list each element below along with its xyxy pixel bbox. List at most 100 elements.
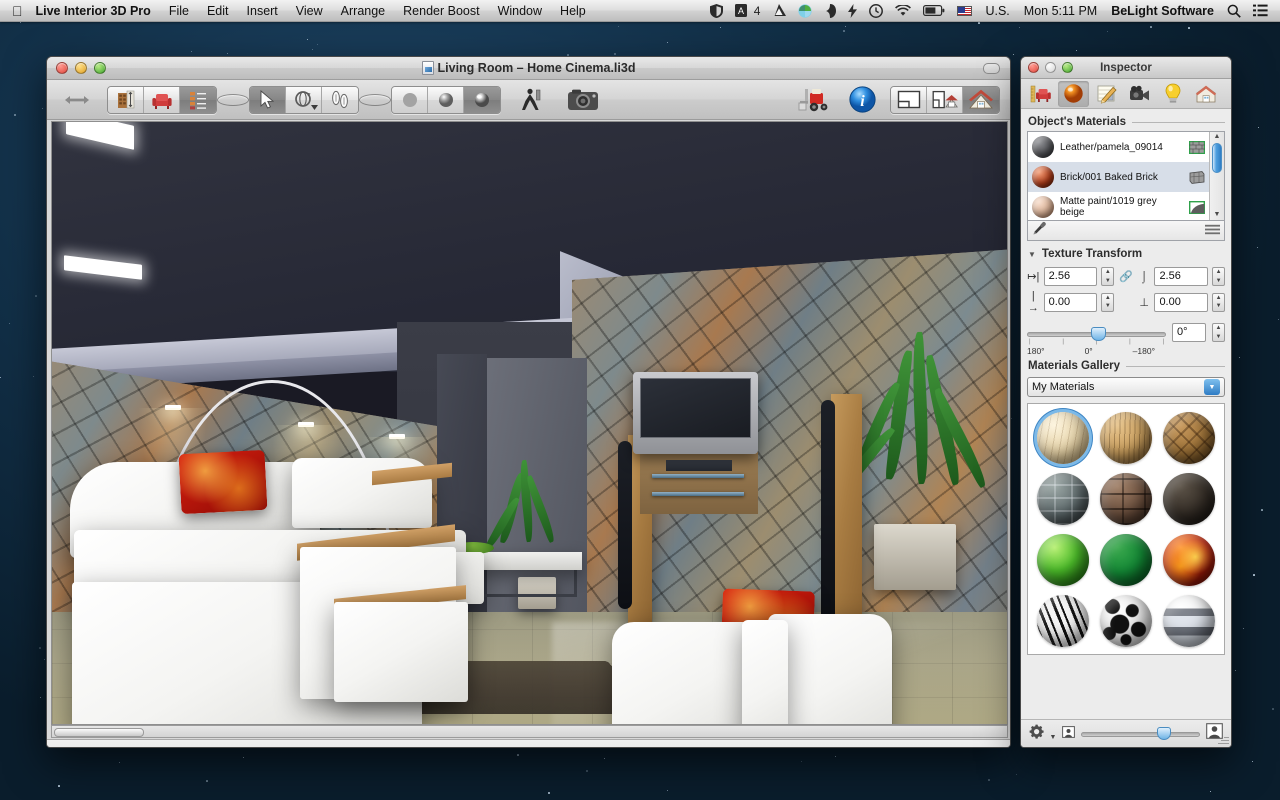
furniture-tool-icon[interactable] bbox=[144, 87, 180, 113]
render-boost-forklift-icon[interactable] bbox=[794, 87, 834, 113]
evernote-icon[interactable] bbox=[818, 0, 842, 22]
inspector-resize-grip[interactable] bbox=[1217, 733, 1229, 745]
shield-icon[interactable] bbox=[704, 0, 729, 22]
tab-object[interactable] bbox=[1025, 81, 1056, 107]
input-source-flag-icon[interactable] bbox=[951, 0, 978, 22]
resize-grip[interactable] bbox=[55, 747, 64, 748]
window-title-bar[interactable]: Living Room – Home Cinema.li3d bbox=[47, 57, 1010, 80]
drive-icon[interactable] bbox=[766, 0, 792, 22]
menubar-clock[interactable]: Mon 5:11 PM bbox=[1017, 4, 1104, 18]
apple-icon[interactable]:  bbox=[0, 4, 34, 18]
menubar-user[interactable]: BeLight Software bbox=[1104, 4, 1221, 18]
material-row-leather[interactable]: Leather/pamela_09014 bbox=[1028, 132, 1209, 162]
3d-viewport[interactable] bbox=[51, 121, 1008, 725]
gear-settings-icon[interactable]: ▼ bbox=[1029, 724, 1056, 744]
menu-bar[interactable]:  Live Interior 3D Pro File Edit Insert … bbox=[0, 0, 1280, 22]
inspector-panel[interactable]: Inspector Object's Materials Leather/pam… bbox=[1020, 56, 1232, 748]
walkthrough-person-icon[interactable] bbox=[511, 87, 551, 113]
view-3d-icon[interactable] bbox=[963, 87, 999, 113]
tab-materials[interactable] bbox=[1058, 81, 1089, 107]
texture-offset-y-stepper[interactable]: ▲ ▼ bbox=[1212, 293, 1225, 312]
swatch-cow-print[interactable] bbox=[1095, 591, 1156, 650]
horizontal-resize-icon[interactable] bbox=[57, 87, 97, 113]
view-mode-group[interactable] bbox=[890, 86, 1000, 114]
menu-insert[interactable]: Insert bbox=[238, 0, 287, 22]
texture-offset-row[interactable]: |→ 0.00 ▲ ▼ ⊥ 0.00 ▲ ▼ bbox=[1027, 290, 1225, 314]
swatch-light-wood[interactable] bbox=[1032, 408, 1093, 467]
texture-height-stepper[interactable]: ▲ ▼ bbox=[1212, 267, 1225, 286]
menu-file[interactable]: File bbox=[160, 0, 198, 22]
inspector-title-bar[interactable]: Inspector bbox=[1021, 57, 1231, 79]
dropbox-icon[interactable] bbox=[792, 0, 818, 22]
texture-transform-header[interactable]: ▼ Texture Transform bbox=[1027, 241, 1225, 263]
select-arrow-icon[interactable] bbox=[250, 87, 286, 113]
view-split-icon[interactable] bbox=[927, 87, 963, 113]
link-chain-icon[interactable]: 🔗 bbox=[1118, 270, 1134, 283]
chevron-down-icon[interactable]: ▼ bbox=[1204, 379, 1220, 395]
shading-glossy-icon[interactable] bbox=[464, 87, 500, 113]
view-2d-plan-icon[interactable] bbox=[891, 87, 927, 113]
texture-height-input[interactable]: 2.56 bbox=[1154, 267, 1208, 286]
material-row-brick[interactable]: Brick/001 Baked Brick bbox=[1028, 162, 1209, 192]
texture-width-input[interactable]: 2.56 bbox=[1044, 267, 1098, 286]
wifi-icon[interactable] bbox=[889, 0, 917, 22]
gallery-collection-select[interactable]: My Materials ▼ bbox=[1027, 377, 1225, 397]
tab-light[interactable] bbox=[1157, 81, 1188, 107]
inspector-tab-bar[interactable] bbox=[1021, 79, 1231, 109]
scroll-down-arrow[interactable]: ▼ bbox=[1214, 210, 1221, 220]
menu-window[interactable]: Window bbox=[489, 0, 551, 22]
swatch-chrome-metal[interactable] bbox=[1159, 591, 1220, 650]
rotation-value-input[interactable]: 0° bbox=[1172, 323, 1206, 342]
disclosure-triangle-icon[interactable]: ▼ bbox=[1028, 250, 1036, 259]
menu-view[interactable]: View bbox=[287, 0, 332, 22]
texture-rotation-row[interactable]: | | | | | 180° 0° –180° 0° ▲ ▼ bbox=[1027, 323, 1225, 358]
menu-render-boost[interactable]: Render Boost bbox=[394, 0, 488, 22]
list-menu-icon[interactable] bbox=[1205, 222, 1220, 240]
timemachine-icon[interactable] bbox=[863, 0, 889, 22]
flash-icon[interactable] bbox=[842, 0, 863, 22]
swatch-dark-brick[interactable] bbox=[1095, 469, 1156, 528]
swatch-dark-green[interactable] bbox=[1095, 530, 1156, 589]
scroll-up-arrow[interactable]: ▲ bbox=[1214, 132, 1221, 142]
swatch-fire-lava[interactable] bbox=[1159, 530, 1220, 589]
swatch-grey-stone[interactable] bbox=[1032, 469, 1093, 528]
material-row-matte-paint[interactable]: Matte paint/1019 grey beige bbox=[1028, 192, 1209, 220]
small-thumbnail-icon[interactable] bbox=[1062, 725, 1075, 743]
size-slider-knob[interactable] bbox=[1157, 727, 1171, 740]
rotation-slider[interactable] bbox=[1027, 326, 1166, 342]
swatch-zebra-print[interactable] bbox=[1032, 591, 1093, 650]
swatch-bright-green[interactable] bbox=[1032, 530, 1093, 589]
shading-shaded-icon[interactable] bbox=[428, 87, 464, 113]
eyedropper-icon[interactable] bbox=[1032, 221, 1047, 241]
building-tool-icon[interactable] bbox=[108, 87, 144, 113]
toolbar-toggle-button[interactable] bbox=[983, 63, 1000, 74]
materials-list-footer[interactable] bbox=[1027, 221, 1225, 241]
mode-tools-group[interactable] bbox=[107, 86, 217, 114]
menu-edit[interactable]: Edit bbox=[198, 0, 238, 22]
info-icon[interactable]: i bbox=[844, 87, 880, 113]
navigation-tools-group[interactable] bbox=[249, 86, 359, 114]
texture-size-row[interactable]: ↦| 2.56 ▲ ▼ 🔗 ⌡ 2.56 ▲ ▼ bbox=[1027, 267, 1225, 286]
swatch-dark-asphalt[interactable] bbox=[1159, 469, 1220, 528]
texture-width-stepper[interactable]: ▲ ▼ bbox=[1101, 267, 1114, 286]
texture-offset-x-stepper[interactable]: ▲ ▼ bbox=[1101, 293, 1114, 312]
notification-center-icon[interactable] bbox=[1247, 0, 1274, 22]
scrollbar-thumb[interactable] bbox=[1212, 143, 1222, 173]
battery-icon[interactable] bbox=[917, 0, 951, 22]
menu-arrange[interactable]: Arrange bbox=[332, 0, 394, 22]
texture-offset-x-input[interactable]: 0.00 bbox=[1044, 293, 1098, 312]
tab-edit[interactable] bbox=[1091, 81, 1122, 107]
object-materials-list[interactable]: Leather/pamela_09014 Brick/001 Baked Bri… bbox=[1027, 131, 1225, 221]
texture-offset-y-input[interactable]: 0.00 bbox=[1154, 293, 1208, 312]
main-window[interactable]: Living Room – Home Cinema.li3d i bbox=[46, 56, 1011, 748]
tab-camera[interactable] bbox=[1124, 81, 1155, 107]
orbit-rotate-icon[interactable] bbox=[286, 87, 322, 113]
swatch-parquet-wood[interactable] bbox=[1159, 408, 1220, 467]
materials-swatch-grid[interactable] bbox=[1027, 403, 1225, 655]
menu-app-name[interactable]: Live Interior 3D Pro bbox=[34, 0, 160, 22]
tab-house[interactable] bbox=[1190, 81, 1221, 107]
scrollbar-thumb[interactable] bbox=[54, 728, 144, 737]
rotation-stepper[interactable]: ▲ ▼ bbox=[1212, 323, 1225, 342]
thumbnail-size-slider[interactable] bbox=[1081, 727, 1200, 741]
input-source-label[interactable]: U.S. bbox=[978, 4, 1016, 18]
